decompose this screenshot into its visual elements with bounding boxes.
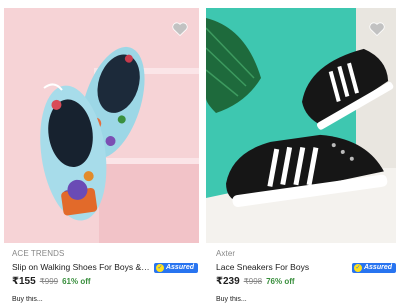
assured-shield-icon: ✓ bbox=[155, 263, 164, 272]
product-info: Axter Lace Sneakers For Boys ✓ Assured ₹… bbox=[216, 248, 396, 304]
product-brand: ACE TRENDS bbox=[12, 249, 65, 258]
assured-shield-icon: ✓ bbox=[353, 263, 362, 272]
product-brand: Axter bbox=[216, 249, 236, 258]
wishlist-heart-icon[interactable] bbox=[368, 20, 386, 38]
assured-badge: ✓ Assured bbox=[351, 262, 396, 273]
price-row: ₹239 ₹998 76% off bbox=[216, 276, 396, 290]
product-info: ACE TRENDS Slip on Walking Shoes For Boy… bbox=[12, 248, 198, 304]
product-image[interactable] bbox=[4, 8, 199, 243]
product-title-row: Lace Sneakers For Boys ✓ Assured bbox=[216, 261, 396, 274]
original-price: ₹999 bbox=[39, 277, 59, 286]
assured-badge: ✓ Assured bbox=[153, 262, 198, 273]
product-grid: ACE TRENDS Slip on Walking Shoes For Boy… bbox=[0, 0, 400, 303]
price-row: ₹155 ₹999 61% off bbox=[12, 276, 198, 290]
product-title[interactable]: Lace Sneakers For Boys bbox=[216, 261, 348, 274]
selling-price: ₹155 bbox=[12, 276, 36, 287]
discount-percent: 76% off bbox=[266, 277, 295, 286]
selling-price: ₹239 bbox=[216, 276, 240, 287]
product-title-row: Slip on Walking Shoes For Boys & ... ✓ A… bbox=[12, 261, 198, 274]
assured-label: Assured bbox=[165, 264, 194, 271]
product-title[interactable]: Slip on Walking Shoes For Boys & ... bbox=[12, 261, 150, 274]
extra-info: Buy this... bbox=[12, 296, 43, 303]
original-price: ₹998 bbox=[243, 277, 263, 286]
assured-label: Assured bbox=[363, 264, 392, 271]
discount-percent: 61% off bbox=[62, 277, 91, 286]
product-image[interactable] bbox=[206, 8, 396, 243]
lace-sneakers-image bbox=[206, 8, 396, 243]
slip-on-shoes-image bbox=[4, 8, 199, 243]
wishlist-heart-icon[interactable] bbox=[171, 20, 189, 38]
product-card-ace-trends[interactable]: ACE TRENDS Slip on Walking Shoes For Boy… bbox=[0, 0, 202, 303]
extra-info: Buy this... bbox=[216, 296, 247, 303]
product-card-axter[interactable]: Axter Lace Sneakers For Boys ✓ Assured ₹… bbox=[206, 0, 400, 303]
